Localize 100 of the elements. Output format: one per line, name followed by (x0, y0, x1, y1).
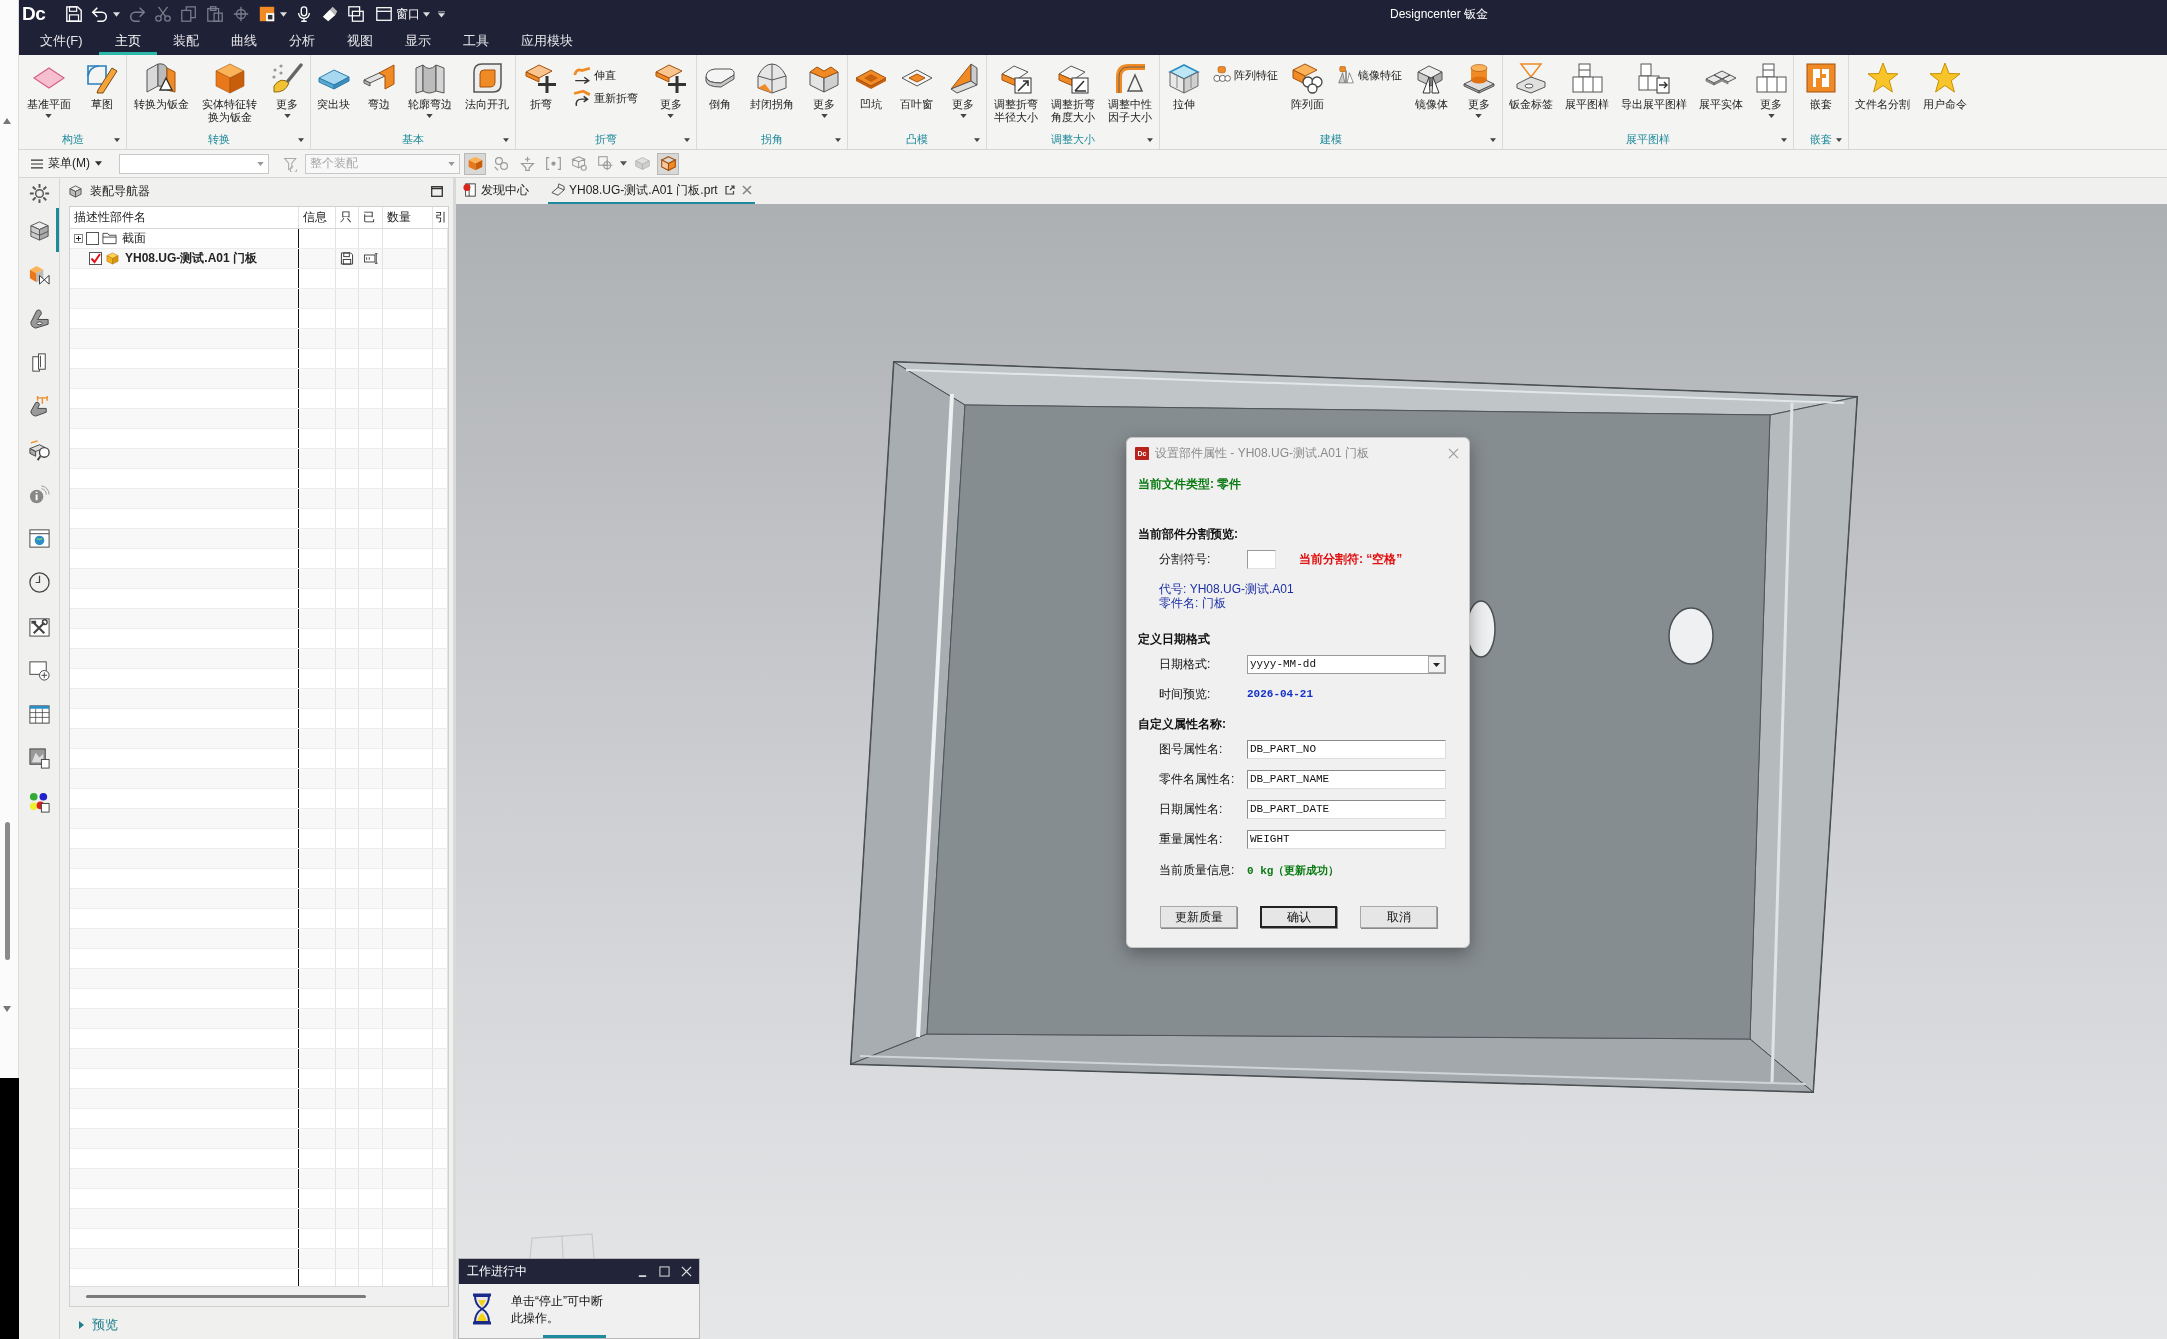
ribbon-button[interactable]: 展平图样 (1563, 62, 1611, 111)
dialog-button[interactable]: 取消 (1360, 906, 1437, 928)
caret-icon[interactable] (298, 137, 304, 142)
ribbon-button[interactable]: 调整折弯半径大小 (991, 62, 1041, 124)
ribbon-button[interactable]: 法向开孔 (462, 62, 511, 111)
separator-field[interactable] (1247, 549, 1276, 569)
ribbon-button[interactable]: 文件名分割 (1853, 62, 1913, 111)
pencil-icon (86, 62, 119, 94)
section-heading: 当前部件分割预览: (1138, 525, 1238, 543)
caret-icon[interactable] (114, 137, 120, 142)
menu-tab[interactable]: 曲线 (214, 28, 273, 55)
caret-icon[interactable] (113, 11, 121, 17)
ribbon-button[interactable]: 倒角 (702, 62, 738, 111)
caret-icon[interactable] (280, 11, 288, 17)
ribbon-button[interactable]: 镜像体 (1412, 62, 1450, 111)
ribbon-button[interactable]: 实体特征转换为钣金 (200, 62, 260, 124)
ribbon-button[interactable]: 嵌套 (1803, 62, 1839, 111)
ribbon-button[interactable]: 轮廓弯边 (405, 62, 454, 118)
ribbon-button[interactable]: 百叶窗 (898, 62, 936, 111)
column-header[interactable]: 已 (363, 209, 375, 226)
text-field[interactable]: DB_PART_NAME (1247, 769, 1446, 789)
caret-icon[interactable] (1836, 137, 1842, 142)
flat-pattern-icon (1571, 62, 1603, 94)
tree-item[interactable]: 截面 (122, 230, 146, 247)
field-label: 零件名属性名: (1159, 770, 1236, 788)
caret-icon[interactable] (1490, 137, 1496, 142)
ribbon-button[interactable]: 凹坑 (852, 62, 889, 111)
brush-icon (271, 62, 304, 94)
window-menu[interactable]: 窗口 (371, 5, 431, 23)
ribbon-button[interactable]: 钣金标签 (1507, 62, 1555, 111)
preview-section-toggle[interactable]: 预览 (69, 1313, 118, 1337)
menu-button[interactable]: 菜单(M) (31, 155, 115, 172)
menu-tab[interactable]: 装配 (156, 28, 215, 55)
menu-tab[interactable]: 视图 (330, 28, 389, 55)
date-format-dropdown[interactable]: yyyy-MM-dd (1247, 654, 1446, 674)
ribbon-button[interactable]: 折弯 (523, 62, 560, 111)
menu-tab[interactable]: 显示 (388, 28, 447, 55)
expand-toggle[interactable] (74, 234, 83, 243)
ribbon-button[interactable]: 阵列面 (1288, 62, 1326, 111)
column-header[interactable]: 描述性部件名 (74, 209, 146, 226)
ribbon-button[interactable]: 更多 (945, 62, 982, 118)
column-header[interactable]: 只 (340, 209, 352, 226)
ribbon-button[interactable]: 调整折弯角度大小 (1048, 62, 1098, 124)
ribbon-button[interactable]: 更多 (1460, 62, 1497, 118)
ribbon-button[interactable]: 拉伸 (1165, 62, 1202, 111)
caret-icon[interactable] (620, 161, 627, 166)
menu-tab[interactable]: 应用模块 (504, 28, 589, 55)
scroll-bar[interactable] (70, 1286, 448, 1306)
ribbon-button[interactable]: 更多 (269, 62, 306, 118)
menu-tab[interactable]: 文件(F) (24, 28, 99, 55)
ribbon-button[interactable]: 镜像特征 (1336, 66, 1402, 84)
dialog-button[interactable]: 更新质量 (1160, 906, 1237, 928)
eraser-icon[interactable] (321, 5, 340, 23)
menu-tab[interactable]: 工具 (446, 28, 505, 55)
caret-icon[interactable] (1147, 137, 1153, 142)
text-field[interactable]: WEIGHT (1247, 829, 1446, 849)
column-header[interactable]: 信息 (303, 209, 327, 226)
checkbox[interactable] (86, 232, 99, 245)
ribbon-button[interactable]: 封闭拐角 (748, 62, 796, 111)
dialog-button[interactable]: 确认 (1260, 906, 1337, 928)
document-tab[interactable]: 发现中心 (460, 178, 532, 204)
ribbon-button[interactable]: 突出块 (315, 62, 353, 111)
ribbon-button[interactable]: 弯边 (361, 62, 398, 111)
save-icon[interactable] (65, 5, 84, 23)
ribbon-button[interactable]: 调整中性因子大小 (1105, 62, 1155, 124)
popout-icon[interactable] (724, 185, 735, 195)
tile-icon[interactable] (258, 5, 277, 23)
customize-caret-icon[interactable] (438, 10, 446, 18)
ribbon-button[interactable]: 转换为钣金 (131, 62, 191, 111)
text-field[interactable]: DB_PART_DATE (1247, 799, 1446, 819)
column-header[interactable]: 引 (435, 209, 447, 226)
caret-icon[interactable] (503, 137, 509, 142)
ribbon-button[interactable]: 伸直 (573, 66, 639, 84)
menu-tab[interactable]: 分析 (272, 28, 331, 55)
star-icon (1928, 62, 1961, 94)
ribbon-button[interactable]: 更多 (652, 62, 689, 118)
caret-icon[interactable] (1781, 137, 1787, 142)
undo-icon[interactable] (91, 5, 110, 23)
caret-icon[interactable] (974, 137, 980, 142)
text-field[interactable]: DB_PART_NO (1247, 739, 1446, 759)
cube-outline-icon (659, 155, 677, 172)
selection-tool-button[interactable] (657, 152, 679, 175)
maximize-icon[interactable] (431, 185, 443, 197)
ribbon-button[interactable]: 重新折弯 (573, 89, 639, 107)
selection-tool-button[interactable] (464, 152, 486, 175)
ribbon-button[interactable]: 更多 (1753, 62, 1789, 118)
ribbon-button[interactable]: 用户命令 (1920, 62, 1969, 111)
date-preview-value: 2026-04-21 (1247, 688, 1313, 700)
ribbon-button[interactable]: 草图 (84, 62, 121, 111)
windows-icon[interactable] (347, 5, 366, 23)
ribbon-button[interactable]: 更多 (806, 62, 842, 118)
checkbox[interactable] (89, 252, 102, 265)
caret-icon[interactable] (684, 137, 690, 142)
ribbon-button[interactable]: 展平实体 (1697, 62, 1745, 111)
ribbon-button[interactable]: 阵列特征 (1212, 66, 1278, 84)
ribbon-button[interactable]: 基准平面 (24, 62, 73, 118)
ribbon-button[interactable]: 导出展平图样 (1619, 62, 1689, 111)
column-header[interactable]: 数量 (387, 209, 411, 226)
group-label: 展平图样 (1626, 132, 1670, 147)
caret-icon[interactable] (835, 137, 841, 142)
